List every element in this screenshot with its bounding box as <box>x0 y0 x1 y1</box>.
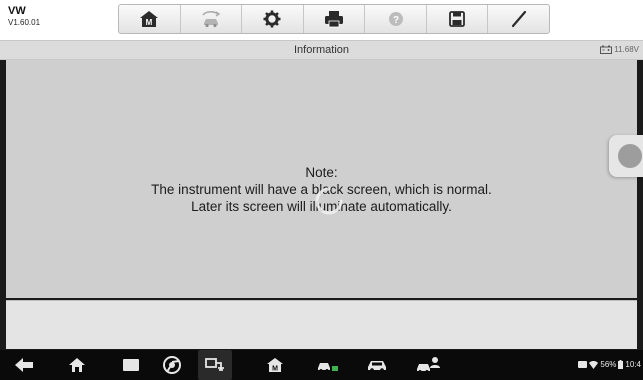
note-heading: Note: <box>305 165 338 180</box>
car-icon <box>368 361 386 372</box>
edit-button[interactable] <box>488 5 549 33</box>
print-button[interactable] <box>304 5 366 33</box>
wifi-icon <box>589 360 599 369</box>
vehicle-swap-icon <box>202 11 221 28</box>
floating-menu-button[interactable] <box>609 135 643 177</box>
battery-voltage: 11.68V <box>600 45 639 54</box>
save-icon <box>449 11 466 27</box>
battery-percent: 56% <box>600 360 617 369</box>
notification-icon <box>578 361 588 368</box>
printer-icon <box>325 11 344 28</box>
vehicle-make: VW <box>8 5 26 17</box>
vci-connect-button[interactable] <box>198 350 232 380</box>
home-nav-button[interactable] <box>67 356 87 374</box>
recent-apps-icon <box>123 359 139 371</box>
help-button[interactable]: ? <box>365 5 427 33</box>
browser-button[interactable] <box>162 356 182 374</box>
battery-icon <box>618 360 624 369</box>
diagnostics-shortcut-button[interactable] <box>316 356 340 374</box>
software-version: V1.60.01 <box>8 18 41 27</box>
gear-icon <box>263 10 281 28</box>
back-button[interactable] <box>14 356 34 374</box>
home-button[interactable]: M <box>119 5 181 33</box>
system-status: 56% 10:4 <box>578 360 641 369</box>
svg-text:M: M <box>272 366 278 373</box>
car-battery-icon <box>600 45 613 54</box>
vci-connect-icon <box>205 358 224 371</box>
remote-expert-button[interactable] <box>416 356 442 374</box>
chrome-icon <box>163 356 181 374</box>
clock: 10:4 <box>625 360 641 369</box>
maxisys-home-icon: M <box>267 358 283 373</box>
vehicle-shortcut-button[interactable] <box>365 356 389 374</box>
top-bar: VW V1.60.01 M ? <box>0 0 643 40</box>
save-button[interactable] <box>427 5 489 33</box>
settings-button[interactable] <box>242 5 304 33</box>
voltage-value: 11.68V <box>614 45 639 54</box>
home-icon: M <box>140 11 159 27</box>
svg-text:?: ? <box>393 15 399 26</box>
maxisys-home-button[interactable]: M <box>265 356 285 374</box>
floating-menu-dot-icon <box>618 144 642 168</box>
page-title: Information <box>293 44 350 56</box>
vehicle-info: VW V1.60.01 <box>8 6 40 27</box>
toolbar: M ? <box>118 4 550 34</box>
recent-apps-button[interactable] <box>121 356 141 374</box>
android-navigation-bar: M 56% 10:4 <box>0 350 643 380</box>
title-bar: Information 11.68V <box>0 40 643 60</box>
vehicle-swap-button[interactable] <box>181 5 243 33</box>
footer-panel <box>6 300 637 349</box>
svg-text:M: M <box>146 18 153 27</box>
car-person-icon <box>417 357 440 373</box>
car-diagnostic-icon <box>318 363 338 372</box>
content-panel: Note: The instrument will have a black s… <box>6 60 637 298</box>
home-icon <box>69 358 85 372</box>
pen-icon <box>511 10 526 28</box>
back-arrow-icon <box>15 358 33 372</box>
loading-spinner-icon <box>315 187 343 215</box>
help-icon: ? <box>388 12 403 26</box>
